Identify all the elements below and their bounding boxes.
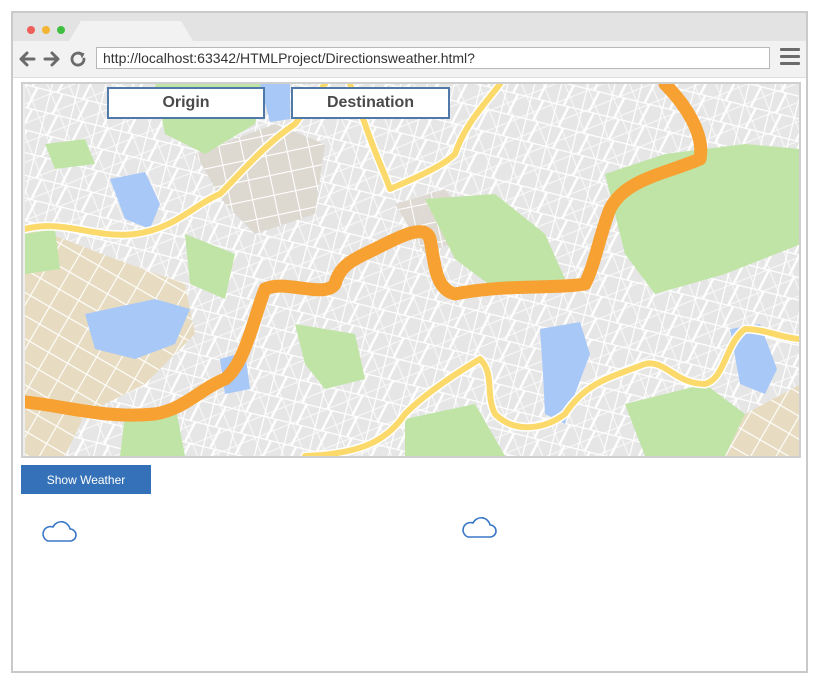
origin-input[interactable]: Origin: [107, 87, 265, 119]
map-view[interactable]: Origin Destination: [21, 82, 801, 458]
reload-button[interactable]: [68, 49, 88, 69]
forward-arrow-icon: [43, 51, 60, 67]
cloud-icon: [42, 521, 77, 542]
browser-window: http://localhost:63342/HTMLProject/Direc…: [11, 11, 808, 673]
close-window-button[interactable]: [27, 26, 35, 34]
browser-tab[interactable]: [69, 21, 193, 41]
destination-input[interactable]: Destination: [291, 87, 450, 119]
tab-bar: [13, 13, 806, 41]
browser-toolbar: http://localhost:63342/HTMLProject/Direc…: [13, 41, 806, 78]
maximize-window-button[interactable]: [57, 26, 65, 34]
cloud-icon: [462, 517, 497, 538]
forward-button[interactable]: [42, 49, 62, 69]
back-button[interactable]: [17, 49, 37, 69]
address-bar[interactable]: http://localhost:63342/HTMLProject/Direc…: [96, 47, 770, 69]
reload-icon: [70, 51, 86, 67]
street-map[interactable]: [25, 84, 801, 456]
browser-menu-button[interactable]: [780, 48, 800, 68]
show-weather-button[interactable]: Show Weather: [21, 465, 151, 494]
back-arrow-icon: [19, 51, 36, 67]
minimize-window-button[interactable]: [42, 26, 50, 34]
